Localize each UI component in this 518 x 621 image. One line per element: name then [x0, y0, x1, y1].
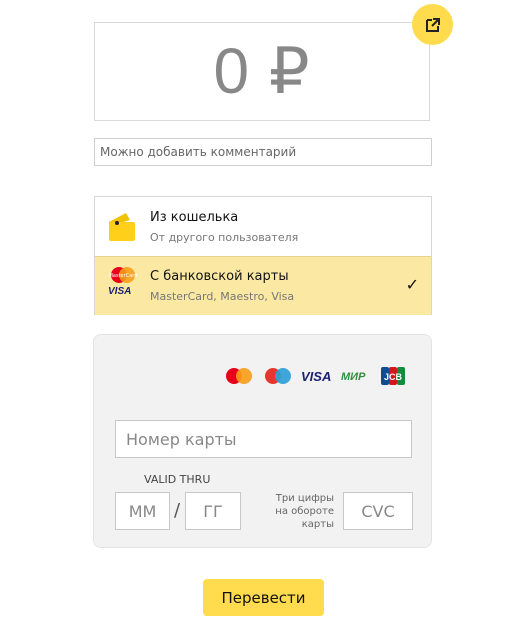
card-form: VISA МИР JCB VALID THRU / Три цифры на о…: [93, 334, 432, 548]
wallet-icon: [109, 213, 135, 241]
expiry-year-input[interactable]: [185, 492, 241, 530]
card-number-input[interactable]: [115, 420, 412, 458]
card-option-subtitle: MasterCard, Maestro, Visa: [150, 290, 295, 303]
mastercard-badge-text: MasterCard: [109, 273, 138, 279]
source-option-wallet[interactable]: Из кошелька От другого пользователя: [95, 197, 431, 256]
jcb-logo-text: JCB: [384, 372, 403, 382]
external-link-icon: [425, 17, 440, 32]
mastercard-logo-icon: [226, 368, 252, 384]
amount-display[interactable]: 0 ₽: [94, 22, 430, 121]
expiry-month-input[interactable]: [115, 492, 170, 530]
card-brand-logos: VISA МИР JCB: [226, 367, 405, 385]
visa-logo-text: VISA: [301, 369, 331, 384]
selected-check-icon: ✓: [405, 275, 419, 294]
payment-source-list: Из кошелька От другого пользователя Mast…: [94, 196, 432, 315]
transfer-button[interactable]: Перевести: [203, 579, 324, 616]
visa-badge-text: VISA: [108, 286, 132, 297]
wallet-option-title: Из кошелька: [150, 210, 239, 225]
wallet-option-subtitle: От другого пользователя: [150, 231, 299, 244]
card-option-title: С банковской карты: [150, 269, 289, 284]
expiry-separator: /: [174, 500, 181, 521]
cvc-input[interactable]: [343, 492, 413, 530]
source-option-card[interactable]: MasterCard VISA С банковской карты Maste…: [95, 256, 431, 315]
comment-input[interactable]: [94, 138, 432, 166]
bank-card-icon: MasterCard VISA: [108, 265, 138, 301]
maestro-logo-icon: [265, 368, 291, 384]
amount-value: 0 ₽: [213, 35, 311, 107]
cvc-hint: Три цифры на обороте карты: [275, 493, 334, 530]
mir-logo-text: МИР: [341, 371, 366, 383]
mastercard-badge-icon: MasterCard: [109, 267, 138, 283]
jcb-logo-icon: JCB: [381, 367, 405, 385]
valid-thru-label: VALID THRU: [144, 473, 211, 486]
open-external-button[interactable]: [412, 4, 453, 45]
